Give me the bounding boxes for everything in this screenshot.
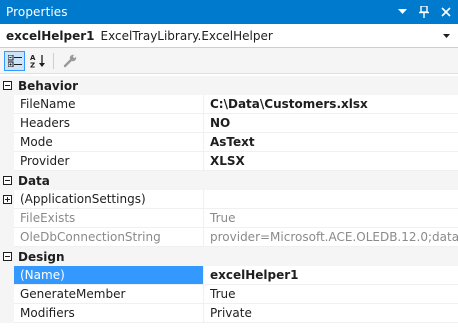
categorized-button[interactable] xyxy=(4,50,25,71)
property-name: FileName xyxy=(14,95,204,114)
window-title: Properties xyxy=(6,5,68,19)
properties-toolbar: A Z xyxy=(0,48,458,74)
properties-window: Properties excelHelper1 ExcelTrayLibrary… xyxy=(0,0,458,332)
property-pages-button[interactable] xyxy=(59,51,80,71)
property-value[interactable]: C:\Data\Customers.xlsx xyxy=(204,95,458,114)
toolbar-separator xyxy=(53,52,54,69)
property-row-mode[interactable]: Mode AsText xyxy=(0,133,458,152)
property-name: GenerateMember xyxy=(14,285,204,304)
alphabetical-button[interactable]: A Z xyxy=(27,51,48,71)
categorized-icon xyxy=(7,54,22,67)
property-name: OleDbConnectionString xyxy=(14,228,204,247)
title-bar: Properties xyxy=(0,0,458,24)
title-controls xyxy=(396,5,452,19)
property-row-oledb-connection-string[interactable]: OleDbConnectionString provider=Microsoft… xyxy=(0,228,458,247)
property-value[interactable]: True xyxy=(204,285,458,304)
property-row-fileexists[interactable]: FileExists True xyxy=(0,209,458,228)
property-value[interactable]: AsText xyxy=(204,133,458,152)
property-row-filename[interactable]: FileName C:\Data\Customers.xlsx xyxy=(0,95,458,114)
collapse-icon[interactable] xyxy=(0,76,14,95)
collapse-icon[interactable] xyxy=(0,171,14,190)
property-name: Modifiers xyxy=(14,304,204,323)
category-label: Behavior xyxy=(18,78,79,93)
property-name: Headers xyxy=(14,114,204,133)
property-row-name[interactable]: (Name) excelHelper1 xyxy=(0,266,458,285)
property-value[interactable]: Private xyxy=(204,304,458,323)
property-row-headers[interactable]: Headers NO xyxy=(0,114,458,133)
chevron-down-icon[interactable] xyxy=(440,33,452,38)
alphabetical-icon: A Z xyxy=(30,54,45,68)
selected-object-name: excelHelper1 xyxy=(6,28,95,43)
property-value[interactable]: excelHelper1 xyxy=(204,266,458,285)
property-value[interactable]: XLSX xyxy=(204,152,458,171)
property-name: Provider xyxy=(14,152,204,171)
property-name: Mode xyxy=(14,133,204,152)
window-menu-dropdown-icon[interactable] xyxy=(396,5,408,19)
category-label: Data xyxy=(18,173,50,188)
category-behavior: Behavior xyxy=(0,76,458,95)
category-label: Design xyxy=(18,249,65,264)
property-row-application-settings[interactable]: (ApplicationSettings) xyxy=(0,190,458,209)
property-name: (ApplicationSettings) xyxy=(14,190,204,209)
expand-icon[interactable] xyxy=(0,190,14,209)
property-name: (Name) xyxy=(14,266,204,285)
property-row-modifiers[interactable]: Modifiers Private xyxy=(0,304,458,323)
property-value: True xyxy=(204,209,458,228)
property-grid: Behavior FileName C:\Data\Customers.xlsx… xyxy=(0,76,458,323)
property-value[interactable]: NO xyxy=(204,114,458,133)
collapse-icon[interactable] xyxy=(0,247,14,266)
close-icon[interactable] xyxy=(440,5,452,19)
property-row-provider[interactable]: Provider XLSX xyxy=(0,152,458,171)
property-name: FileExists xyxy=(14,209,204,228)
category-data: Data xyxy=(0,171,458,190)
category-design: Design xyxy=(0,247,458,266)
property-value: provider=Microsoft.ACE.OLEDB.12.0;data s… xyxy=(204,228,458,247)
object-selector[interactable]: excelHelper1 ExcelTrayLibrary.ExcelHelpe… xyxy=(0,24,458,48)
svg-text:Z: Z xyxy=(30,61,35,68)
wrench-icon xyxy=(63,54,76,67)
property-value[interactable] xyxy=(204,190,458,209)
pin-icon[interactable] xyxy=(418,5,430,19)
property-row-generate-member[interactable]: GenerateMember True xyxy=(0,285,458,304)
selected-object-type: ExcelTrayLibrary.ExcelHelper xyxy=(100,28,273,43)
